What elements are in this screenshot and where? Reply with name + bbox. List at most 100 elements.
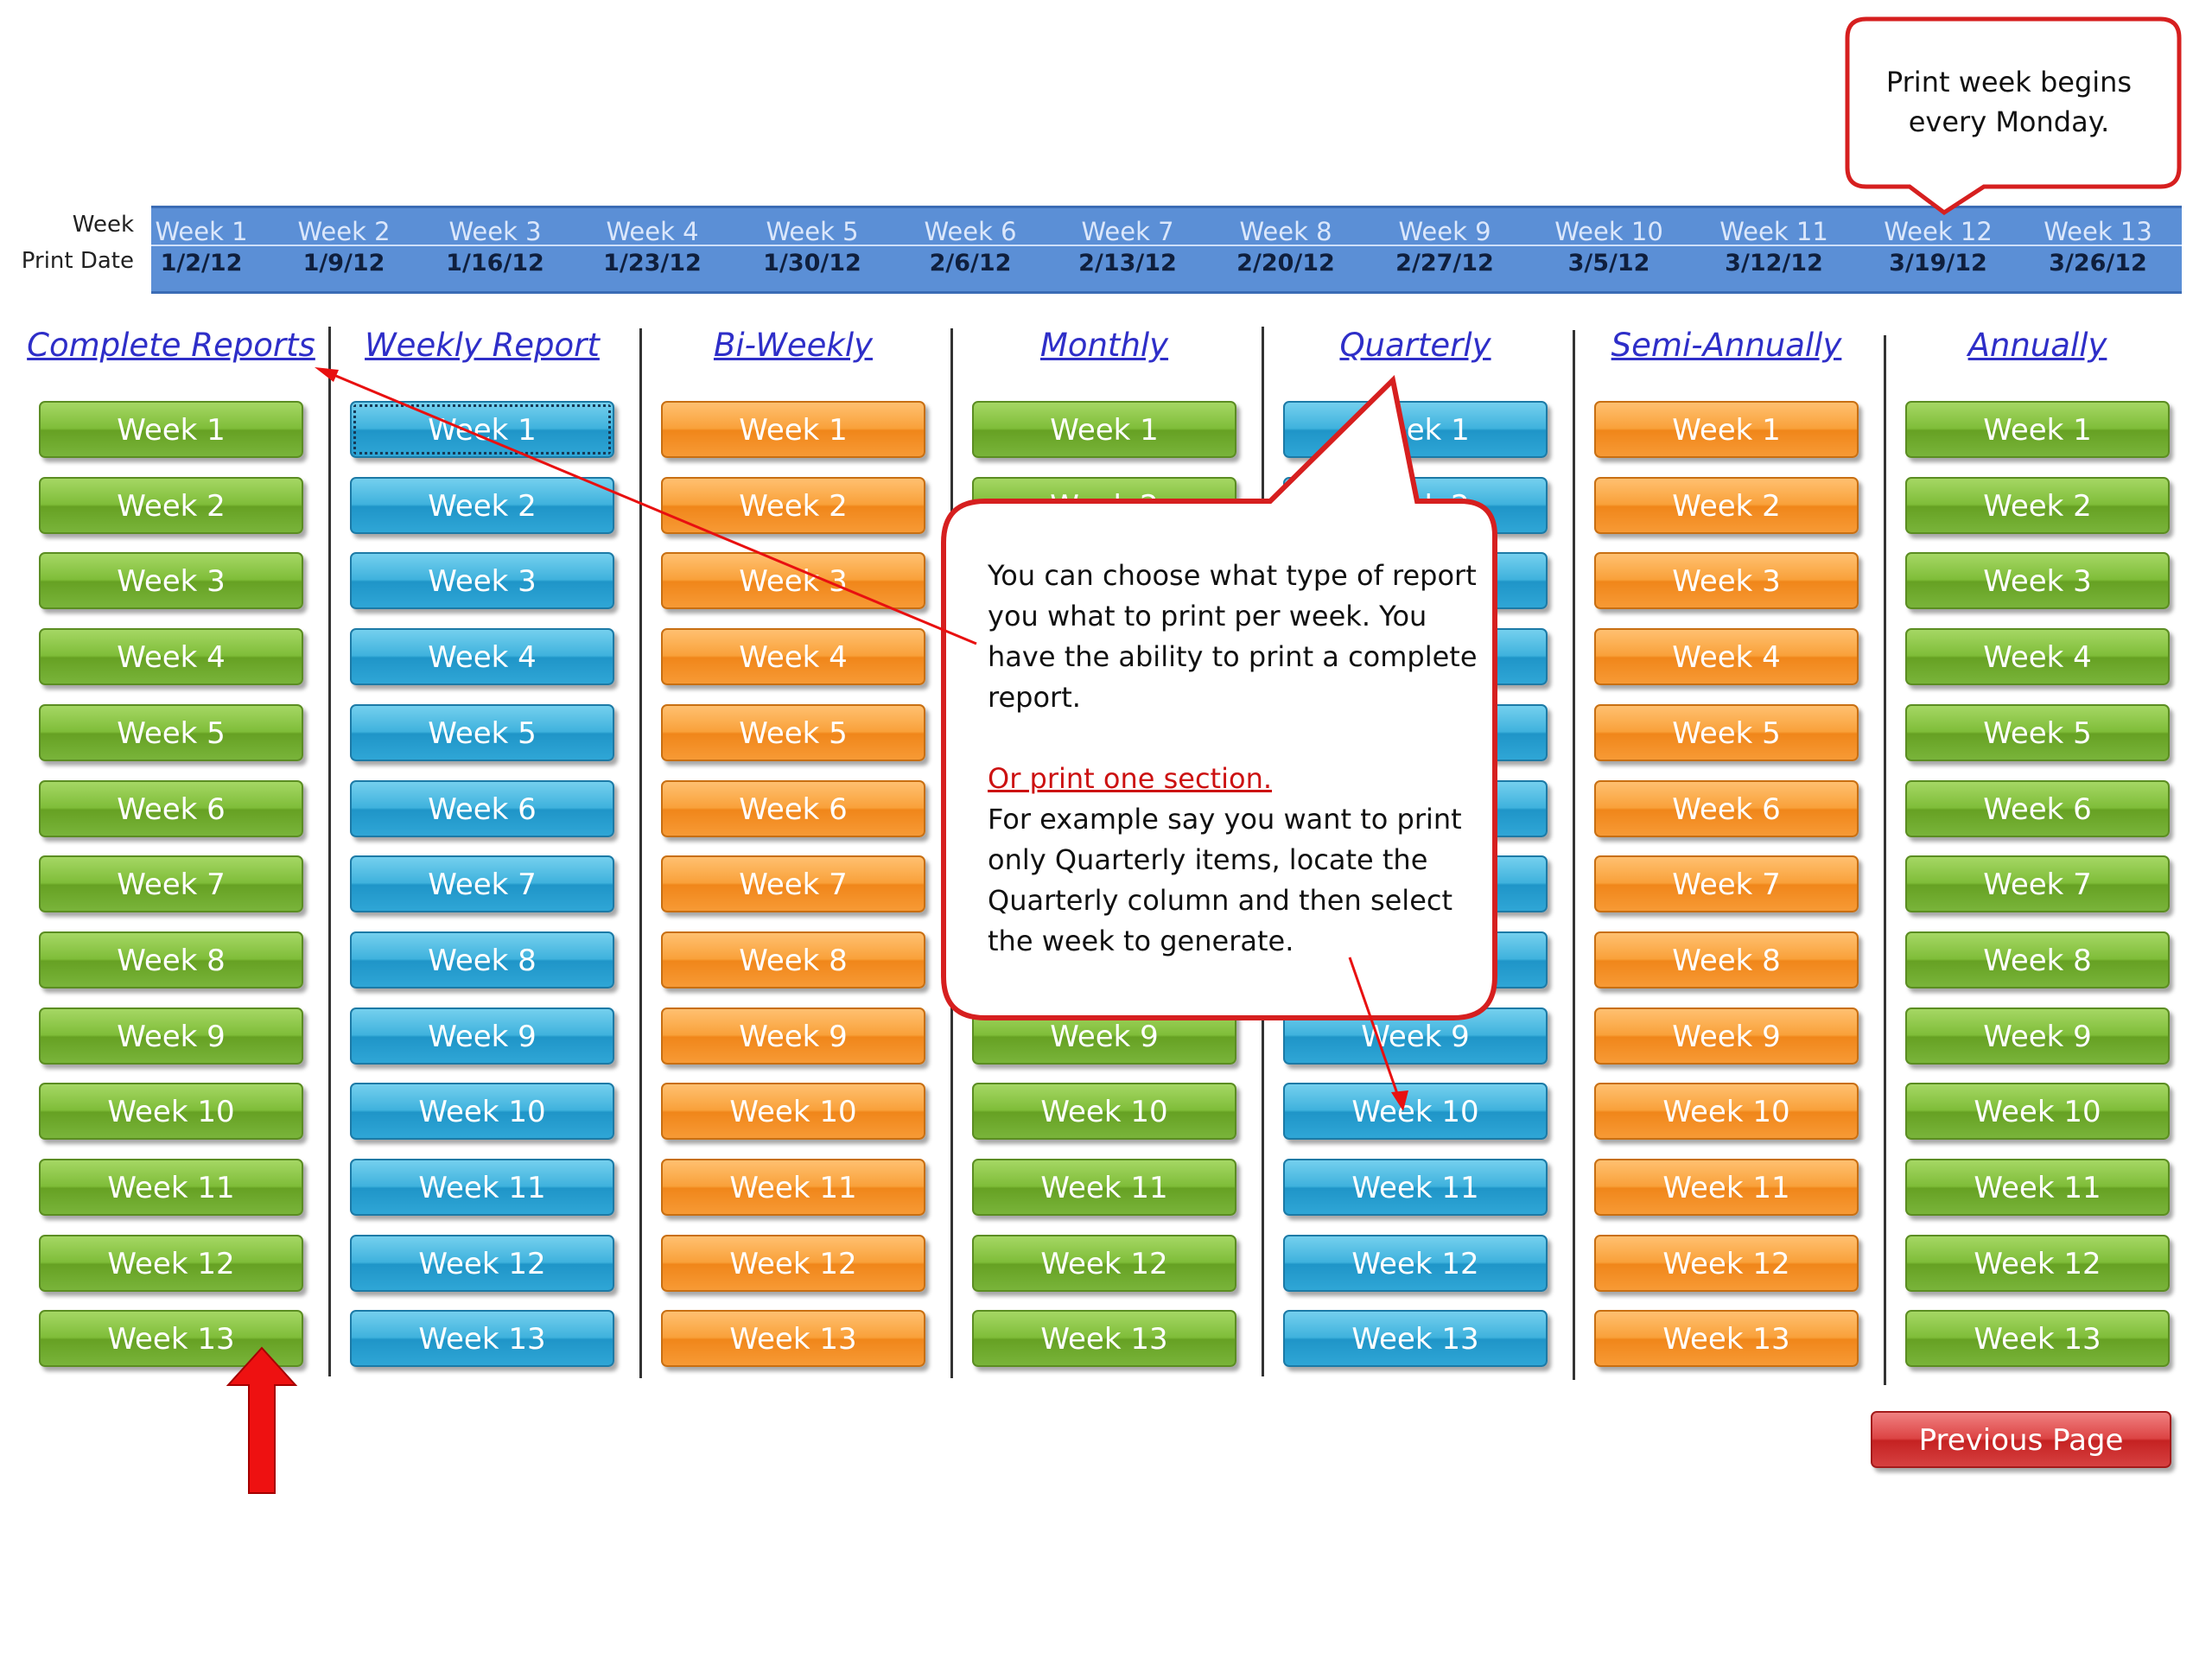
- weekly-report-week-10-button[interactable]: Week 10: [350, 1083, 614, 1140]
- complete-reports-week-7-button[interactable]: Week 7: [39, 855, 303, 912]
- weekly-report-week-6-button[interactable]: Week 6: [350, 780, 614, 837]
- semi-annually-week-10-button[interactable]: Week 10: [1594, 1083, 1859, 1140]
- semi-annually-week-1-button[interactable]: Week 1: [1594, 401, 1859, 458]
- annually-week-3-button[interactable]: Week 3: [1905, 552, 2170, 609]
- monthly-week-1-button[interactable]: Week 1: [972, 401, 1236, 458]
- bi-weekly-week-13-button[interactable]: Week 13: [661, 1310, 925, 1367]
- semi-annually-week-11-button[interactable]: Week 11: [1594, 1159, 1859, 1216]
- bi-weekly-week-2-button[interactable]: Week 2: [661, 477, 925, 534]
- header-week-2: Week 2: [297, 217, 391, 246]
- weekly-report-week-8-button[interactable]: Week 8: [350, 931, 614, 988]
- weekly-report-week-13-button[interactable]: Week 13: [350, 1310, 614, 1367]
- complete-reports-week-8-button[interactable]: Week 8: [39, 931, 303, 988]
- weekly-report-week-11-button[interactable]: Week 11: [350, 1159, 614, 1216]
- annually-week-8-button[interactable]: Week 8: [1905, 931, 2170, 988]
- previous-page-button[interactable]: Previous Page: [1871, 1411, 2171, 1468]
- complete-reports-week-2-button[interactable]: Week 2: [39, 477, 303, 534]
- complete-reports-week-10-button[interactable]: Week 10: [39, 1083, 303, 1140]
- weekly-report-week-2-button[interactable]: Week 2: [350, 477, 614, 534]
- quarterly-week-10-button[interactable]: Week 10: [1283, 1083, 1548, 1140]
- bi-weekly-week-9-button[interactable]: Week 9: [661, 1007, 925, 1065]
- callout-example: For example say you want to print only Q…: [988, 803, 1462, 957]
- bi-weekly-week-1-button[interactable]: Week 1: [661, 401, 925, 458]
- bi-weekly-week-10-button[interactable]: Week 10: [661, 1083, 925, 1140]
- column-title-semi-annually[interactable]: Semi-Annually: [1580, 327, 1873, 364]
- complete-reports-week-9-button[interactable]: Week 9: [39, 1007, 303, 1065]
- semi-annually-week-13-button[interactable]: Week 13: [1594, 1310, 1859, 1367]
- column-separator: [950, 328, 953, 1378]
- quarterly-week-11-button[interactable]: Week 11: [1283, 1159, 1548, 1216]
- header-week-5: Week 5: [766, 217, 859, 246]
- weekly-report-week-3-button[interactable]: Week 3: [350, 552, 614, 609]
- column-title-complete-reports[interactable]: Complete Reports: [24, 327, 318, 364]
- column-title-quarterly[interactable]: Quarterly: [1268, 327, 1562, 364]
- semi-annually-week-12-button[interactable]: Week 12: [1594, 1235, 1859, 1292]
- weekly-report-week-1-button[interactable]: Week 1: [350, 401, 614, 458]
- header-week-1: Week 1: [155, 217, 248, 246]
- semi-annually-week-6-button[interactable]: Week 6: [1594, 780, 1859, 837]
- weekly-report-week-4-button[interactable]: Week 4: [350, 628, 614, 685]
- header-week-11: Week 11: [1719, 217, 1828, 246]
- header-print-date-12: 3/19/12: [1889, 250, 1987, 276]
- semi-annually-week-3-button[interactable]: Week 3: [1594, 552, 1859, 609]
- annually-week-6-button[interactable]: Week 6: [1905, 780, 2170, 837]
- column-separator: [328, 327, 331, 1376]
- complete-reports-week-12-button[interactable]: Week 12: [39, 1235, 303, 1292]
- annually-week-2-button[interactable]: Week 2: [1905, 477, 2170, 534]
- monthly-week-11-button[interactable]: Week 11: [972, 1159, 1236, 1216]
- monthly-week-10-button[interactable]: Week 10: [972, 1083, 1236, 1140]
- annually-week-11-button[interactable]: Week 11: [1905, 1159, 2170, 1216]
- complete-reports-week-3-button[interactable]: Week 3: [39, 552, 303, 609]
- weekly-report-week-5-button[interactable]: Week 5: [350, 704, 614, 761]
- bi-weekly-week-6-button[interactable]: Week 6: [661, 780, 925, 837]
- semi-annually-week-7-button[interactable]: Week 7: [1594, 855, 1859, 912]
- complete-reports-week-13-button[interactable]: Week 13: [39, 1310, 303, 1367]
- complete-reports-week-11-button[interactable]: Week 11: [39, 1159, 303, 1216]
- annually-week-10-button[interactable]: Week 10: [1905, 1083, 2170, 1140]
- annually-week-5-button[interactable]: Week 5: [1905, 704, 2170, 761]
- semi-annually-week-2-button[interactable]: Week 2: [1594, 477, 1859, 534]
- complete-reports-week-1-button[interactable]: Week 1: [39, 401, 303, 458]
- semi-annually-week-8-button[interactable]: Week 8: [1594, 931, 1859, 988]
- header-week-4: Week 4: [606, 217, 699, 246]
- weekly-report-week-9-button[interactable]: Week 9: [350, 1007, 614, 1065]
- header-print-date-5: 1/30/12: [763, 250, 861, 276]
- header-print-date-3: 1/16/12: [446, 250, 544, 276]
- monthly-week-12-button[interactable]: Week 12: [972, 1235, 1236, 1292]
- monthly-week-2-button[interactable]: Week 2: [972, 477, 1236, 534]
- monthly-week-9-button[interactable]: Week 9: [972, 1007, 1236, 1065]
- weekly-report-week-7-button[interactable]: Week 7: [350, 855, 614, 912]
- complete-reports-week-5-button[interactable]: Week 5: [39, 704, 303, 761]
- quarterly-week-12-button[interactable]: Week 12: [1283, 1235, 1548, 1292]
- quarterly-week-9-button[interactable]: Week 9: [1283, 1007, 1548, 1065]
- annually-week-7-button[interactable]: Week 7: [1905, 855, 2170, 912]
- top-callout-text: Print week begins every Monday.: [1885, 66, 2133, 138]
- column-title-bi-weekly[interactable]: Bi-Weekly: [646, 327, 940, 364]
- column-title-annually[interactable]: Annually: [1891, 327, 2184, 364]
- complete-reports-week-6-button[interactable]: Week 6: [39, 780, 303, 837]
- bi-weekly-week-12-button[interactable]: Week 12: [661, 1235, 925, 1292]
- annually-week-12-button[interactable]: Week 12: [1905, 1235, 2170, 1292]
- quarterly-week-1-button[interactable]: Week 1: [1283, 401, 1548, 458]
- semi-annually-week-9-button[interactable]: Week 9: [1594, 1007, 1859, 1065]
- quarterly-week-13-button[interactable]: Week 13: [1283, 1310, 1548, 1367]
- column-title-monthly[interactable]: Monthly: [957, 327, 1251, 364]
- annually-week-4-button[interactable]: Week 4: [1905, 628, 2170, 685]
- bi-weekly-week-4-button[interactable]: Week 4: [661, 628, 925, 685]
- quarterly-week-2-button[interactable]: Week 2: [1283, 477, 1548, 534]
- annually-week-13-button[interactable]: Week 13: [1905, 1310, 2170, 1367]
- annually-week-9-button[interactable]: Week 9: [1905, 1007, 2170, 1065]
- bi-weekly-week-5-button[interactable]: Week 5: [661, 704, 925, 761]
- semi-annually-week-5-button[interactable]: Week 5: [1594, 704, 1859, 761]
- bi-weekly-week-8-button[interactable]: Week 8: [661, 931, 925, 988]
- annually-week-1-button[interactable]: Week 1: [1905, 401, 2170, 458]
- bi-weekly-week-7-button[interactable]: Week 7: [661, 855, 925, 912]
- monthly-week-13-button[interactable]: Week 13: [972, 1310, 1236, 1367]
- complete-reports-week-4-button[interactable]: Week 4: [39, 628, 303, 685]
- bi-weekly-week-3-button[interactable]: Week 3: [661, 552, 925, 609]
- weekly-report-week-12-button[interactable]: Week 12: [350, 1235, 614, 1292]
- column-separator: [1884, 335, 1886, 1385]
- semi-annually-week-4-button[interactable]: Week 4: [1594, 628, 1859, 685]
- bi-weekly-week-11-button[interactable]: Week 11: [661, 1159, 925, 1216]
- column-title-weekly-report[interactable]: Weekly Report: [335, 327, 629, 364]
